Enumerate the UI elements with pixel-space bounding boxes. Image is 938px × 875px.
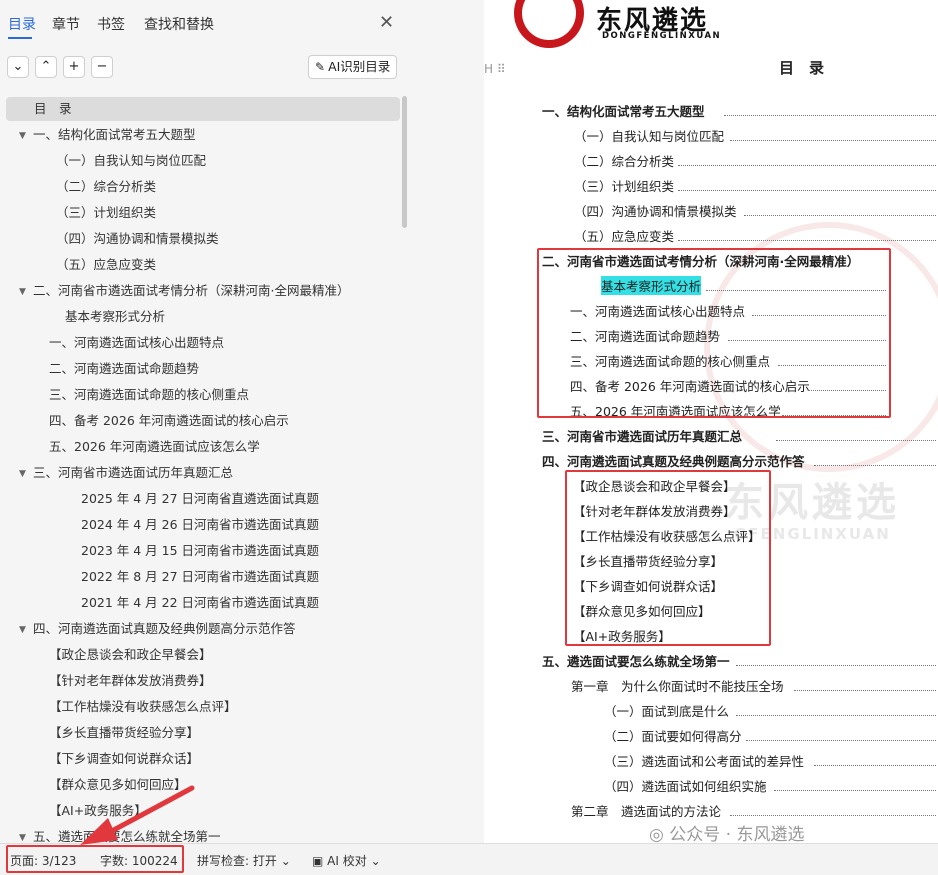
ai-recognize-toc-button[interactable]: ✎ AI识别目录: [308, 55, 398, 79]
toc-item[interactable]: （四）沟通协调和情景模拟类: [56, 228, 219, 250]
toc-item[interactable]: 【针对老年群体发放消费券】: [49, 670, 212, 692]
collapse-down-button[interactable]: ⌄: [7, 56, 29, 78]
tab-chapters[interactable]: 章节: [52, 14, 80, 34]
doc-line: （四）沟通协调和情景模拟类: [574, 204, 737, 219]
toc-item[interactable]: 三、河南省市遴选面试历年真题汇总: [33, 462, 233, 484]
document-page: 东风遴选 GFENGLINXUAN 东风遴选 DONGFENGLINXUAN H…: [484, 0, 938, 843]
caret-down-icon[interactable]: ▼: [19, 625, 26, 635]
toc-item[interactable]: 一、结构化面试常考五大题型: [33, 124, 196, 146]
ai-button-label: AI识别目录: [328, 59, 391, 74]
toc-item[interactable]: 二、河南省市遴选面试考情分析（深耕河南·全网最精准）: [33, 280, 349, 302]
ai-pen-icon: ✎: [315, 60, 326, 74]
doc-line: （五）应急应变类: [574, 229, 675, 244]
toc-item[interactable]: 【工作枯燥没有收获感怎么点评】: [49, 696, 237, 718]
toc-item[interactable]: 五、2026 年河南遴选面试应该怎么学: [49, 436, 260, 458]
doc-line: 一、结构化面试常考五大题型: [542, 104, 705, 119]
toc-item[interactable]: 三、河南遴选面试命题的核心侧重点: [49, 384, 249, 406]
add-item-button[interactable]: +: [63, 56, 85, 78]
spell-check-toggle[interactable]: 拼写检查: 打开 ⌄: [197, 852, 291, 869]
toc-item[interactable]: （三）计划组织类: [56, 202, 156, 224]
leader-dots: [730, 815, 936, 816]
page-gutter: [410, 0, 484, 843]
toc-item[interactable]: 五、遴选面试要怎么练就全场第一: [33, 826, 221, 843]
logo-subtext: DONGFENGLINXUAN: [602, 31, 722, 41]
toc-item[interactable]: （二）综合分析类: [56, 176, 156, 198]
leader-dots: [736, 665, 936, 666]
toc-item[interactable]: 【群众意见多如何回应】: [49, 774, 187, 796]
annotation-box: [565, 470, 771, 646]
leader-dots: [774, 790, 936, 791]
doc-line: （四）遴选面试如何组织实施: [604, 779, 767, 794]
doc-line: 四、河南遴选面试真题及经典例题高分示范作答: [542, 454, 805, 469]
ai-proofread-button[interactable]: ▣ AI 校对 ⌄: [312, 852, 381, 869]
toc-item[interactable]: 【下乡调查如何说群众话】: [49, 748, 199, 770]
annotation-box: [6, 845, 184, 873]
leader-dots: [730, 140, 936, 141]
tab-find-replace[interactable]: 查找和替换: [144, 14, 214, 34]
ai-proofread-icon: ▣: [312, 854, 328, 868]
toc-panel: 目录 章节 书签 查找和替换 ✕ ⌄ ⌃ + − ✎ AI识别目录 目 录 ▼ 一…: [0, 0, 410, 843]
doc-line: 第二章 遴选面试的方法论: [571, 804, 722, 819]
tab-bookmarks[interactable]: 书签: [97, 14, 125, 34]
wechat-icon: ◎: [649, 825, 670, 843]
caret-down-icon[interactable]: ▼: [19, 287, 26, 297]
leader-dots: [746, 740, 936, 741]
toc-item[interactable]: 一、河南遴选面试核心出题特点: [49, 332, 224, 354]
leader-dots: [744, 215, 936, 216]
annotation-box: [537, 248, 891, 418]
leader-dots: [678, 240, 936, 241]
toc-item[interactable]: 【乡长直播带货经验分享】: [49, 722, 199, 744]
active-tab-indicator: [8, 37, 32, 39]
status-bar: 页面: 3/123 字数: 100224 拼写检查: 打开 ⌄ ▣ AI 校对 …: [0, 843, 938, 875]
toc-item[interactable]: （一）自我认知与岗位匹配: [56, 150, 206, 172]
toc-item[interactable]: 2025 年 4 月 27 日河南省直遴选面试真题: [81, 488, 319, 510]
leader-dots: [794, 690, 936, 691]
toc-item[interactable]: 2024 年 4 月 26 日河南省市遴选面试真题: [81, 514, 319, 536]
caret-down-icon[interactable]: ▼: [19, 469, 26, 479]
doc-line: （三）计划组织类: [574, 179, 675, 194]
toc-item[interactable]: 四、备考 2026 年河南遴选面试的核心启示: [49, 410, 289, 432]
heading-style-icon[interactable]: H ⠿: [484, 62, 506, 76]
doc-line: 三、河南省市遴选面试历年真题汇总: [542, 429, 743, 444]
doc-line: （一）面试到底是什么: [604, 704, 730, 719]
toc-item[interactable]: 【AI+政务服务】: [49, 800, 147, 822]
doc-line: （二）面试要如何得高分: [604, 729, 742, 744]
toc-item[interactable]: 2021 年 4 月 22 日河南省市遴选面试真题: [81, 592, 319, 614]
toc-item[interactable]: 目 录: [34, 98, 72, 120]
remove-item-button[interactable]: −: [91, 56, 113, 78]
doc-title: 目 录: [779, 59, 825, 77]
leader-dots: [678, 190, 936, 191]
leader-dots: [814, 765, 936, 766]
leader-dots: [736, 715, 936, 716]
toc-scrollbar[interactable]: [402, 96, 407, 228]
expand-up-button[interactable]: ⌃: [35, 56, 57, 78]
doc-line: 五、遴选面试要怎么练就全场第一: [542, 654, 730, 669]
doc-line: （二）综合分析类: [574, 154, 675, 169]
toc-item[interactable]: 基本考察形式分析: [65, 306, 165, 328]
tab-toc[interactable]: 目录: [8, 14, 36, 34]
wechat-watermark: ◎ 公众号 · 东风遴选: [649, 825, 805, 843]
toc-toolbar: ⌄ ⌃ + − ✎ AI识别目录: [0, 52, 410, 84]
toc-item[interactable]: 2022 年 8 月 27 日河南省市遴选面试真题: [81, 566, 319, 588]
toc-item[interactable]: （五）应急应变类: [56, 254, 156, 276]
close-icon[interactable]: ✕: [379, 12, 394, 33]
caret-down-icon[interactable]: ▼: [19, 833, 26, 843]
toc-item[interactable]: 四、河南遴选面试真题及经典例题高分示范作答: [33, 618, 296, 640]
leader-dots: [724, 115, 936, 116]
leader-dots: [776, 440, 936, 441]
leader-dots: [814, 465, 936, 466]
chevron-down-icon: ⌄: [370, 854, 381, 868]
doc-line: （一）自我认知与岗位匹配: [574, 129, 725, 144]
toc-item[interactable]: 二、河南遴选面试命题趋势: [49, 358, 199, 380]
chevron-down-icon: ⌄: [280, 854, 291, 868]
panel-tabs: 目录 章节 书签 查找和替换 ✕: [0, 0, 410, 48]
toc-item[interactable]: 2023 年 4 月 15 日河南省市遴选面试真题: [81, 540, 319, 562]
toc-item[interactable]: 【政企恳谈会和政企早餐会】: [49, 644, 212, 666]
leader-dots: [678, 165, 936, 166]
doc-line: （三）遴选面试和公考面试的差异性: [604, 754, 805, 769]
doc-line: 第一章 为什么你面试时不能技压全场: [571, 679, 784, 694]
caret-down-icon[interactable]: ▼: [19, 131, 26, 141]
